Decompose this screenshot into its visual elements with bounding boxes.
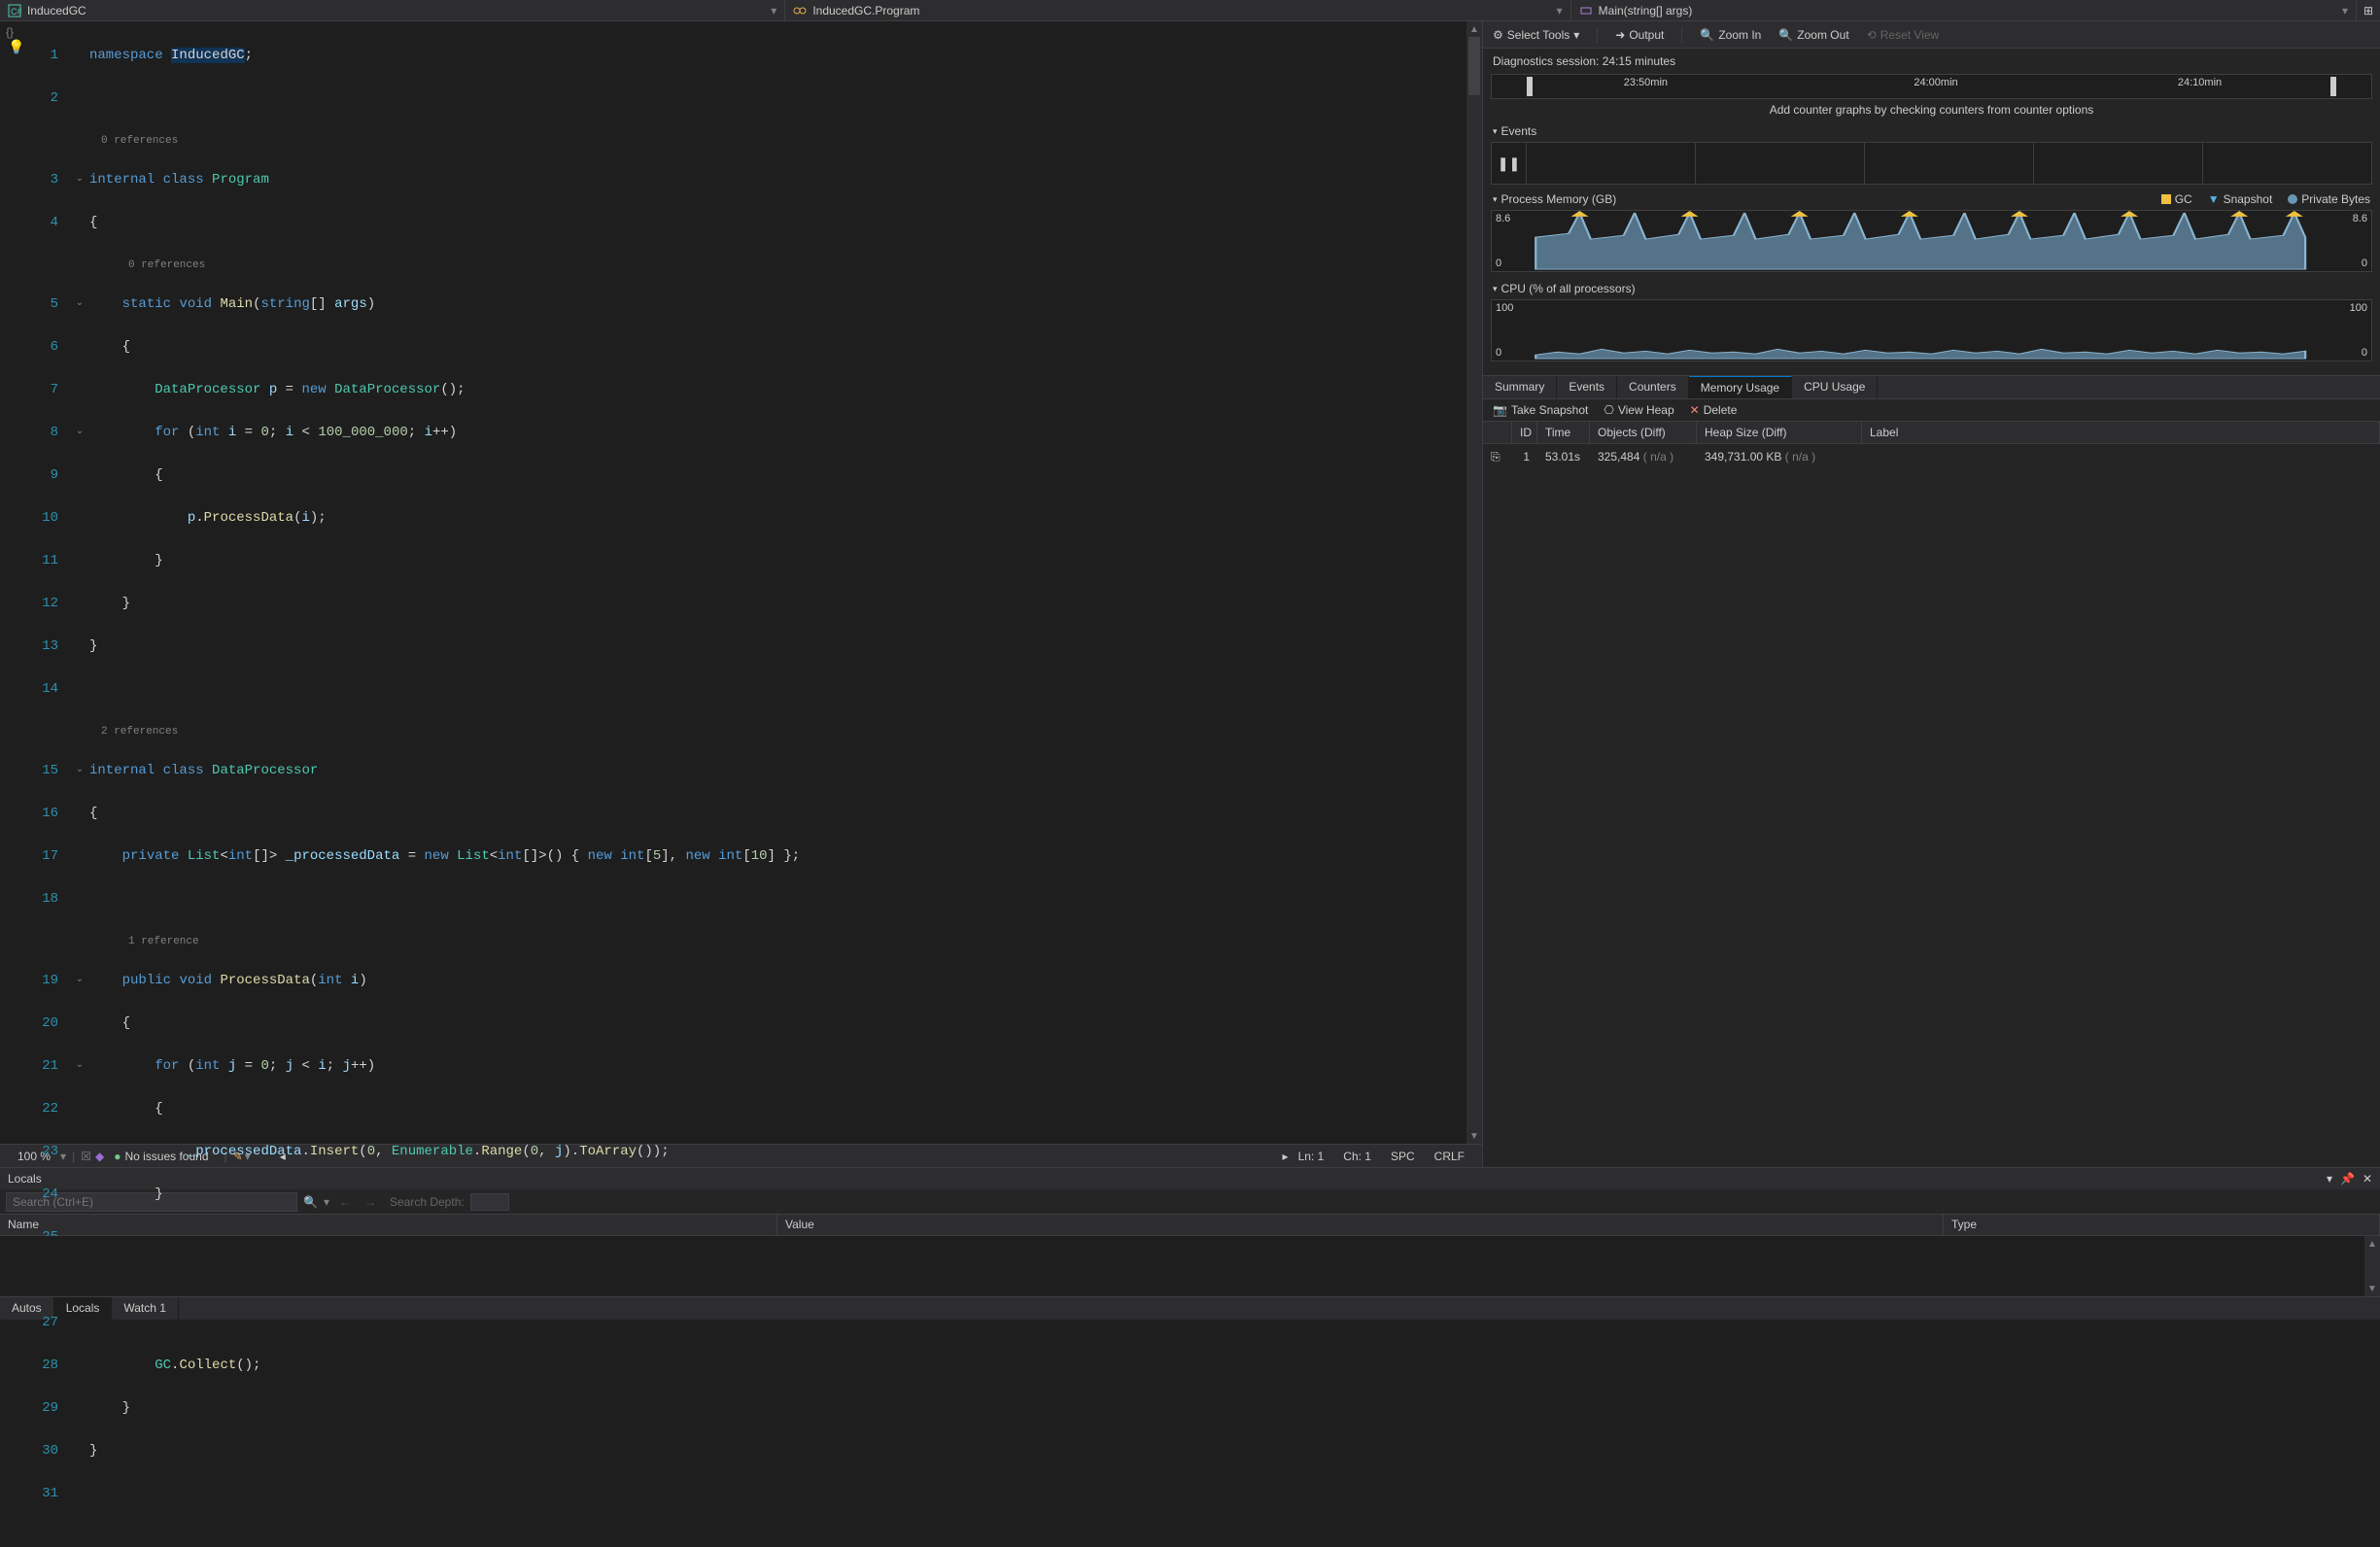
cpu-section-header[interactable]: ▾ CPU (% of all processors) [1483, 278, 2380, 299]
tab-cpu-usage[interactable]: CPU Usage [1792, 376, 1878, 398]
codelens-references[interactable]: 1 reference [31, 931, 1482, 948]
zoom-out-icon: 🔍 [1778, 28, 1793, 42]
timeline-handle-right[interactable] [2330, 77, 2336, 96]
locals-scrollbar[interactable]: ▲ ▼ [2364, 1236, 2380, 1296]
col-time[interactable]: Time [1537, 422, 1590, 443]
csharp-file-icon: C# [8, 4, 21, 17]
process-memory-chart[interactable]: 8.6 8.6 0 0 [1491, 210, 2372, 272]
camera-icon: 📷 [1493, 403, 1507, 417]
split-window-button[interactable]: ⊞ [2357, 4, 2380, 17]
cpu-chart[interactable]: 100 100 0 0 [1491, 299, 2372, 361]
process-memory-header[interactable]: ▾ Process Memory (GB) GC ▼Snapshot Priva… [1483, 189, 2380, 210]
breadcrumb-bar: C# InducedGC ▾ InducedGC.Program ▾ Main(… [0, 0, 2380, 21]
arrow-out-icon: ➜ [1615, 28, 1625, 42]
col-objects[interactable]: Objects (Diff) [1590, 422, 1697, 443]
braces-icon: {} [6, 25, 31, 39]
x-icon: ✕ [1690, 403, 1700, 417]
editor-margin: {} 💡 [0, 21, 31, 1144]
snapshot-id: 1 [1512, 446, 1537, 468]
tab-memory-usage[interactable]: Memory Usage [1689, 376, 1792, 398]
snapshot-objects: 325,484 ( n/a ) [1590, 446, 1697, 468]
locals-col-type[interactable]: Type [1944, 1215, 2380, 1235]
codelens-references[interactable]: 0 references [31, 255, 1482, 272]
codelens-references[interactable]: 0 references [31, 130, 1482, 148]
codelens-references[interactable]: 2 references [31, 721, 1482, 739]
col-id[interactable]: ID [1512, 422, 1537, 443]
events-track: ❚❚ [1491, 142, 2372, 185]
snapshot-label[interactable] [1862, 446, 2380, 468]
triangle-down-icon: ▾ [1493, 284, 1498, 294]
editor-vertical-scrollbar[interactable]: ▲ ▼ [1466, 21, 1482, 1144]
delete-snapshot-button[interactable]: ✕ Delete [1690, 403, 1738, 417]
diagnostics-timeline[interactable]: 23:50min 24:00min 24:10min [1491, 74, 2372, 99]
col-heap[interactable]: Heap Size (Diff) [1697, 422, 1862, 443]
scroll-down-arrow[interactable]: ▼ [1466, 1128, 1482, 1144]
method-icon [1579, 4, 1593, 17]
select-tools-button[interactable]: ⚙ Select Tools ▾ [1493, 28, 1579, 42]
scroll-down-arrow[interactable]: ▼ [2364, 1281, 2380, 1296]
class-icon [793, 4, 807, 17]
scroll-thumb[interactable] [1468, 37, 1480, 95]
diagnostics-session-label: Diagnostics session: 24:15 minutes [1483, 49, 2380, 72]
tab-events[interactable]: Events [1557, 376, 1617, 398]
diagnostics-toolbar: ⚙ Select Tools ▾ ➜ Output 🔍 Zoom In 🔍 Zo… [1483, 21, 2380, 49]
zoom-out-button[interactable]: 🔍 Zoom Out [1778, 28, 1848, 42]
breadcrumb-method-label: Main(string[] args) [1599, 4, 1693, 17]
breadcrumb-class-label: InducedGC.Program [812, 4, 919, 17]
reset-icon: ⟲ [1867, 28, 1877, 42]
snapshot-icon: ⎘ [1483, 446, 1512, 468]
snapshot-toolbar: 📷 Take Snapshot ⎔ View Heap ✕ Delete [1483, 399, 2380, 422]
cpu-area-svg [1492, 300, 2371, 361]
triangle-down-icon: ▾ [1493, 126, 1498, 137]
pin-icon[interactable]: 📌 [2340, 1172, 2355, 1186]
tab-summary[interactable]: Summary [1483, 376, 1557, 398]
breadcrumb-method[interactable]: Main(string[] args) ▾ [1571, 0, 2357, 20]
snapshot-heap: 349,731.00 KB ( n/a ) [1697, 446, 1862, 468]
view-heap-button[interactable]: ⎔ View Heap [1604, 403, 1673, 417]
zoom-in-icon: 🔍 [1700, 28, 1714, 42]
close-icon[interactable]: ✕ [2363, 1172, 2372, 1186]
gear-icon: ⚙ [1493, 28, 1503, 42]
tab-counters[interactable]: Counters [1617, 376, 1689, 398]
diagnostics-tabs: Summary Events Counters Memory Usage CPU… [1483, 375, 2380, 399]
code-text-area[interactable]: 1namespace InducedGC; 2 0 references 3⌄i… [31, 21, 1482, 1144]
triangle-down-icon: ▾ [1493, 194, 1498, 205]
breadcrumb-namespace[interactable]: C# InducedGC ▾ [0, 0, 785, 20]
breadcrumb-class[interactable]: InducedGC.Program ▾ [785, 0, 1570, 20]
scroll-up-arrow[interactable]: ▲ [2364, 1236, 2380, 1252]
legend-private-bytes: Private Bytes [2288, 192, 2370, 206]
breadcrumb-namespace-label: InducedGC [27, 4, 86, 17]
snapshot-table-header: ID Time Objects (Diff) Heap Size (Diff) … [1483, 422, 2380, 444]
window-menu-icon[interactable]: ▾ [2327, 1172, 2332, 1186]
output-button[interactable]: ➜ Output [1615, 28, 1664, 42]
chevron-down-icon: ▾ [1573, 28, 1579, 42]
pause-button[interactable]: ❚❚ [1492, 143, 1527, 184]
chevron-down-icon: ▾ [1557, 4, 1563, 17]
code-editor-pane: {} 💡 1namespace InducedGC; 2 0 reference… [0, 21, 1483, 1167]
locals-body[interactable]: ▲ ▼ [0, 1236, 2380, 1296]
legend-gc: GC [2161, 192, 2192, 206]
snapshot-row[interactable]: ⎘ 1 53.01s 325,484 ( n/a ) 349,731.00 KB… [1483, 444, 2380, 470]
snapshot-time: 53.01s [1537, 446, 1590, 468]
snapshot-table: ID Time Objects (Diff) Heap Size (Diff) … [1483, 422, 2380, 470]
timeline-handle-left[interactable] [1527, 77, 1533, 96]
diagnostics-pane: ⚙ Select Tools ▾ ➜ Output 🔍 Zoom In 🔍 Zo… [1483, 21, 2380, 1167]
scroll-up-arrow[interactable]: ▲ [1466, 21, 1482, 37]
chevron-down-icon: ▾ [2342, 4, 2348, 17]
timeline-hint: Add counter graphs by checking counters … [1483, 99, 2380, 120]
svg-text:C#: C# [11, 7, 21, 17]
legend-snapshot: ▼Snapshot [2208, 192, 2273, 206]
lightbulb-icon[interactable]: 💡 [8, 39, 31, 55]
memory-area-svg [1492, 211, 2371, 271]
zoom-in-button[interactable]: 🔍 Zoom In [1700, 28, 1761, 42]
chevron-down-icon: ▾ [771, 4, 776, 17]
heap-icon: ⎔ [1604, 403, 1613, 417]
events-section-header[interactable]: ▾ Events [1483, 120, 2380, 142]
take-snapshot-button[interactable]: 📷 Take Snapshot [1493, 403, 1588, 417]
reset-view-button[interactable]: ⟲ Reset View [1867, 28, 1940, 42]
triangle-down-icon: ▼ [2208, 192, 2220, 206]
col-label[interactable]: Label [1862, 422, 2380, 443]
